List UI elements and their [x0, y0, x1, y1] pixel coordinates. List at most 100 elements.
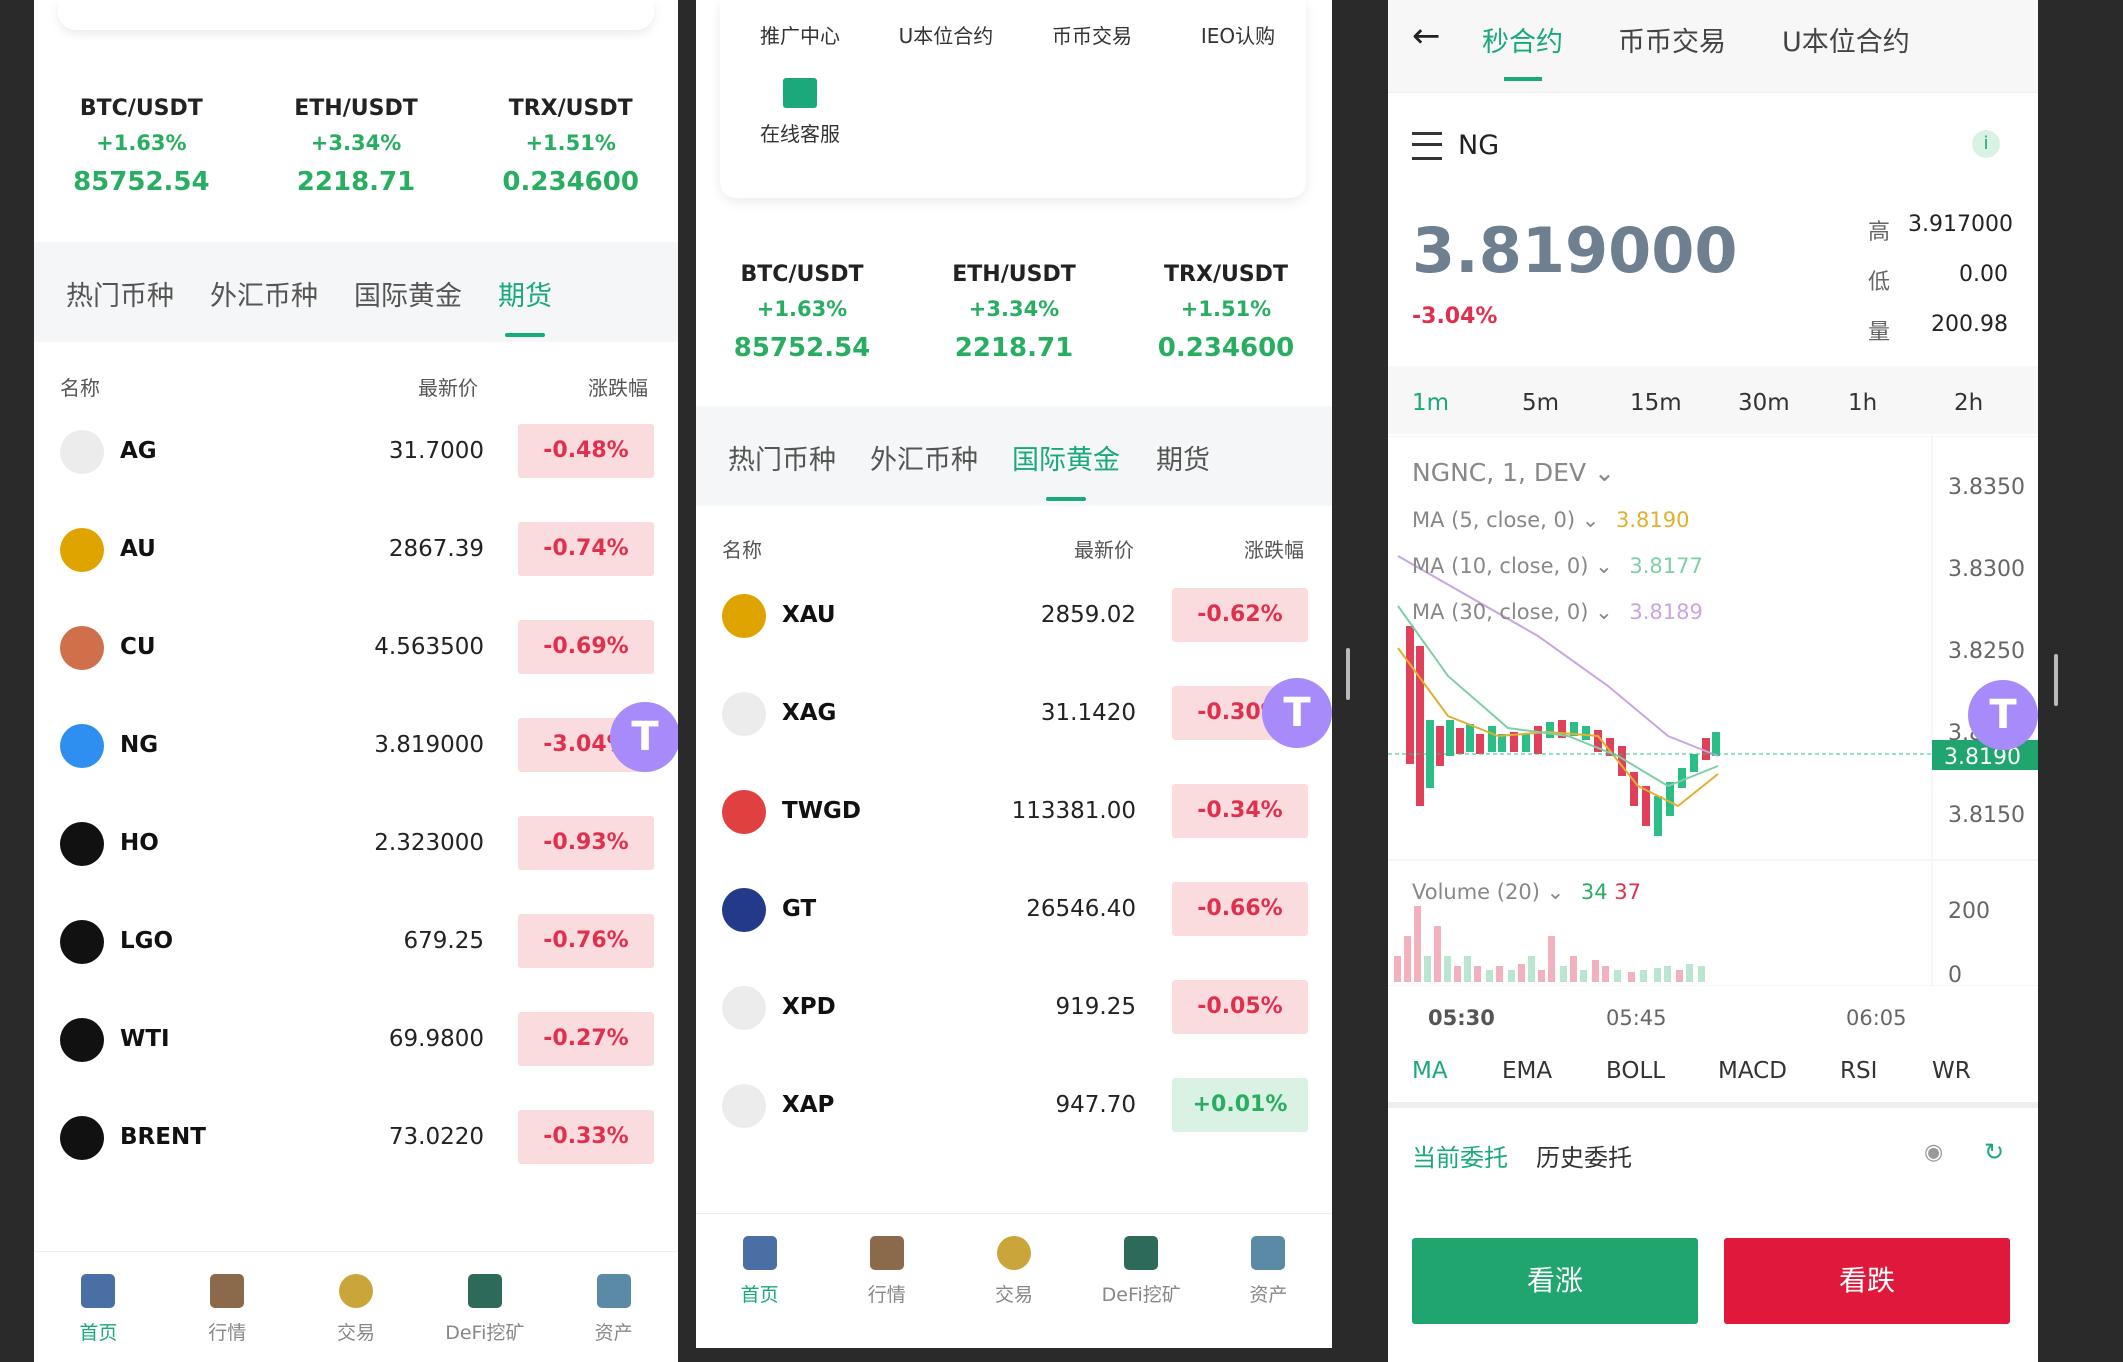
- ticker-eth[interactable]: ETH/USDT +3.34% 2218.71: [249, 96, 464, 197]
- table-row[interactable]: NG 3.819000 -3.04%: [34, 714, 678, 778]
- eye-icon[interactable]: ◉: [1924, 1140, 1943, 1165]
- volume-legend[interactable]: Volume (20) ⌄ 34 37: [1412, 880, 1641, 904]
- table-row[interactable]: XPD 919.25 -0.05%: [696, 976, 1332, 1040]
- indicator-wr[interactable]: WR: [1932, 1058, 1971, 1084]
- table-row[interactable]: XAG 31.1420 -0.30%: [696, 682, 1332, 746]
- tab-order-history[interactable]: 历史委托: [1536, 1138, 1632, 1173]
- info-icon[interactable]: i: [1972, 130, 2000, 158]
- change-badge[interactable]: -0.66%: [1172, 882, 1308, 936]
- nav-home[interactable]: 首页: [34, 1252, 163, 1362]
- nav-home[interactable]: 首页: [696, 1214, 823, 1348]
- tab-gold[interactable]: 国际黄金: [1012, 438, 1120, 477]
- table-row[interactable]: BRENT 73.0220 -0.33%: [34, 1106, 678, 1170]
- nav-trade[interactable]: 交易: [292, 1252, 421, 1362]
- study-title[interactable]: NGNC, 1, DEV ⌄: [1412, 458, 1615, 487]
- ma30-legend[interactable]: MA (30, close, 0) ⌄ 3.8189: [1412, 600, 1703, 624]
- change-badge[interactable]: -0.48%: [518, 424, 654, 478]
- tab-hot[interactable]: 热门币种: [66, 274, 174, 313]
- tab-forex[interactable]: 外汇币种: [870, 438, 978, 477]
- nav-market[interactable]: 行情: [163, 1252, 292, 1362]
- ticker-price: 85752.54: [733, 333, 871, 363]
- nav-assets[interactable]: 资产: [549, 1252, 678, 1362]
- interval-1m[interactable]: 1m: [1412, 390, 1449, 416]
- table-row[interactable]: TWGD 113381.00 -0.34%: [696, 780, 1332, 844]
- change-badge[interactable]: -0.62%: [1172, 588, 1308, 642]
- split-handle[interactable]: [1346, 648, 1350, 700]
- menu-icon[interactable]: [1412, 132, 1442, 160]
- ma5-legend[interactable]: MA (5, close, 0) ⌄ 3.8190: [1412, 508, 1690, 532]
- table-row[interactable]: XAP 947.70 +0.01%: [696, 1074, 1332, 1138]
- indicator-rsi[interactable]: RSI: [1840, 1058, 1877, 1084]
- table-row[interactable]: AG 31.7000 -0.48%: [34, 420, 678, 484]
- change-badge[interactable]: -0.76%: [518, 914, 654, 968]
- table-row[interactable]: CU 4.563500 -0.69%: [34, 616, 678, 680]
- refresh-icon[interactable]: ↻: [1984, 1138, 2004, 1166]
- interval-2h[interactable]: 2h: [1954, 390, 1983, 416]
- ticker-price: 0.234600: [1157, 333, 1295, 363]
- nav-defi[interactable]: DeFi挖矿: [1078, 1214, 1205, 1348]
- tab-futures[interactable]: 期货: [1156, 438, 1210, 477]
- tab-open-orders[interactable]: 当前委托: [1412, 1138, 1508, 1173]
- table-row[interactable]: HO 2.323000 -0.93%: [34, 812, 678, 876]
- indicator-ma[interactable]: MA: [1412, 1058, 1448, 1084]
- menu-ieo[interactable]: IEO认购: [1178, 20, 1298, 49]
- table-row[interactable]: WTI 69.9800 -0.27%: [34, 1008, 678, 1072]
- interval-30m[interactable]: 30m: [1738, 390, 1790, 416]
- symbol-name: XAG: [782, 700, 837, 726]
- nav-trade[interactable]: 交易: [950, 1214, 1077, 1348]
- indicator-macd[interactable]: MACD: [1718, 1058, 1787, 1084]
- tab-spot[interactable]: 币币交易: [1618, 20, 1726, 59]
- floating-assistant-button[interactable]: T: [610, 702, 678, 772]
- menu-support[interactable]: 在线客服: [740, 78, 860, 147]
- low-value: 0.00: [1959, 262, 2008, 287]
- ticker-btc[interactable]: BTC/USDT +1.63% 85752.54: [696, 262, 908, 363]
- indicator-boll[interactable]: BOLL: [1606, 1058, 1665, 1084]
- tab-usdt-futures[interactable]: U本位合约: [1782, 20, 1910, 59]
- back-arrow-icon[interactable]: ←: [1412, 16, 1441, 56]
- change-badge[interactable]: -0.34%: [1172, 784, 1308, 838]
- change-badge[interactable]: -0.93%: [518, 816, 654, 870]
- ticker-btc[interactable]: BTC/USDT +1.63% 85752.54: [34, 96, 249, 197]
- table-row[interactable]: AU 2867.39 -0.74%: [34, 518, 678, 582]
- ticker-pair: BTC/USDT: [79, 96, 203, 121]
- nav-defi[interactable]: DeFi挖矿: [420, 1252, 549, 1362]
- tab-futures[interactable]: 期货: [498, 274, 552, 313]
- ticker-trx[interactable]: TRX/USDT +1.51% 0.234600: [463, 96, 678, 197]
- indicator-ema[interactable]: EMA: [1502, 1058, 1552, 1084]
- nav-assets[interactable]: 资产: [1205, 1214, 1332, 1348]
- nav-market[interactable]: 行情: [823, 1214, 950, 1348]
- table-row[interactable]: XAU 2859.02 -0.62%: [696, 584, 1332, 648]
- col-name: 名称: [722, 538, 762, 562]
- volume-bar: [1424, 956, 1431, 982]
- last-price: 31.1420: [1040, 700, 1136, 726]
- ticker-change: +1.51%: [1180, 297, 1272, 321]
- floating-assistant-button[interactable]: T: [1968, 680, 2038, 750]
- interval-15m[interactable]: 15m: [1630, 390, 1682, 416]
- split-handle[interactable]: [2054, 654, 2058, 706]
- change-badge[interactable]: -0.27%: [518, 1012, 654, 1066]
- menu-referral[interactable]: 推广中心: [740, 20, 860, 49]
- monitor-icon: [81, 1274, 116, 1308]
- tab-hot[interactable]: 热门币种: [728, 438, 836, 477]
- sell-down-button[interactable]: 看跌: [1724, 1238, 2010, 1324]
- floating-assistant-button[interactable]: T: [1262, 678, 1332, 748]
- change-badge[interactable]: -0.05%: [1172, 980, 1308, 1034]
- interval-1h[interactable]: 1h: [1848, 390, 1877, 416]
- table-row[interactable]: LGO 679.25 -0.76%: [34, 910, 678, 974]
- nav-label: 资产: [594, 1322, 633, 1344]
- change-badge[interactable]: +0.01%: [1172, 1078, 1308, 1132]
- menu-usdt-futures[interactable]: U本位合约: [886, 20, 1006, 49]
- ticker-trx[interactable]: TRX/USDT +1.51% 0.234600: [1120, 262, 1332, 363]
- table-row[interactable]: GT 26546.40 -0.66%: [696, 878, 1332, 942]
- change-badge[interactable]: -0.74%: [518, 522, 654, 576]
- change-badge[interactable]: -0.69%: [518, 620, 654, 674]
- ticker-eth[interactable]: ETH/USDT +3.34% 2218.71: [908, 262, 1120, 363]
- tab-second-contract[interactable]: 秒合约: [1482, 20, 1563, 59]
- tab-forex[interactable]: 外汇币种: [210, 274, 318, 313]
- change-badge[interactable]: -0.33%: [518, 1110, 654, 1164]
- buy-up-button[interactable]: 看涨: [1412, 1238, 1698, 1324]
- interval-5m[interactable]: 5m: [1522, 390, 1559, 416]
- tab-gold[interactable]: 国际黄金: [354, 274, 462, 313]
- ma10-legend[interactable]: MA (10, close, 0) ⌄ 3.8177: [1412, 554, 1703, 578]
- menu-spot[interactable]: 币币交易: [1032, 20, 1152, 49]
